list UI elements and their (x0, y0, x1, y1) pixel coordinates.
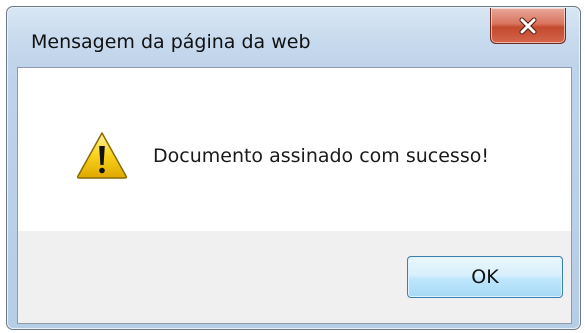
dialog-message: Documento assinado com sucesso! (153, 145, 489, 167)
dialog-title: Mensagem da página da web (31, 31, 311, 53)
ok-button[interactable]: OK (407, 256, 563, 298)
message-area: Documento assinado com sucesso! (18, 68, 571, 231)
dialog-titlebar[interactable]: Mensagem da página da web (7, 7, 580, 67)
message-dialog: Mensagem da página da web Documento assi… (6, 6, 581, 330)
close-button[interactable] (490, 8, 566, 44)
warning-icon (76, 132, 128, 179)
dialog-body: Documento assinado com sucesso! OK (17, 67, 572, 324)
close-icon (519, 17, 537, 34)
